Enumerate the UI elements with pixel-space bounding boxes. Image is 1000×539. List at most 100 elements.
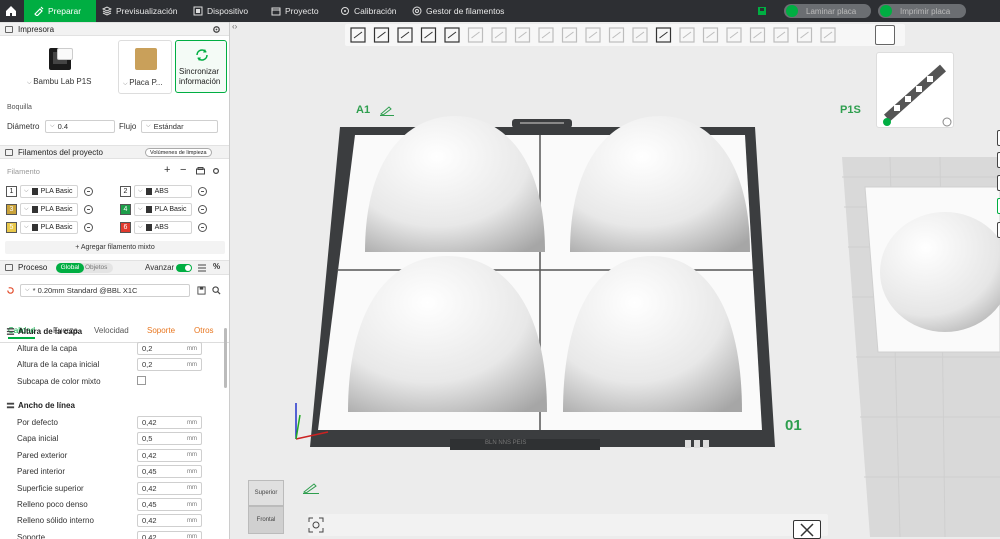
printer-card[interactable]: ⌵ Bambu Lab P1S [3, 40, 115, 94]
rotate-icon[interactable] [491, 27, 507, 43]
plate-card[interactable]: ⌵ Placa P... [118, 40, 172, 94]
setting-input[interactable]: 0,42 mm [137, 416, 202, 429]
add-object-icon[interactable] [350, 27, 366, 43]
setting-input[interactable]: 0,45 mm [137, 498, 202, 511]
text-icon[interactable] [655, 27, 672, 43]
advanced-switch[interactable] [176, 264, 192, 272]
print-plate-button[interactable]: Imprimir placa [878, 4, 966, 18]
fit-view-icon[interactable] [308, 517, 324, 533]
seam-paint-icon[interactable] [632, 27, 648, 43]
tab-calibration[interactable]: Calibración [340, 0, 397, 22]
remove-filament-icon[interactable] [198, 187, 207, 196]
secondary-plate[interactable] [830, 117, 1000, 537]
filament-item[interactable]: 2 ⌵ ABS [120, 185, 207, 198]
split-parts-icon[interactable] [773, 27, 789, 43]
view-cube[interactable]: Superior Frontal [248, 480, 286, 538]
setting-input[interactable]: 0,42 mm [137, 481, 202, 495]
printer-sync-icon[interactable] [196, 167, 205, 175]
dome-object-3[interactable] [345, 254, 550, 414]
dome-object-1[interactable] [360, 114, 550, 254]
tab-prepare[interactable]: Preparar [24, 0, 96, 22]
filament-item[interactable]: 3 ⌵ PLA Basic [6, 203, 93, 216]
remove-filament-icon[interactable] [84, 223, 93, 232]
arrange-icon[interactable] [420, 27, 437, 43]
remove-filament-icon[interactable] [84, 205, 93, 214]
tab-device[interactable]: Dispositivo [193, 0, 248, 22]
gear-icon[interactable] [212, 167, 220, 175]
tab-support[interactable]: Soporte [147, 326, 175, 335]
gear-icon[interactable] [212, 25, 221, 34]
measure-icon[interactable] [679, 27, 695, 43]
support-paint-icon[interactable] [608, 27, 625, 43]
filament-select[interactable]: ⌵ PLA Basic [20, 203, 78, 216]
feature-icon[interactable] [820, 27, 836, 43]
variable-layer-icon[interactable] [726, 27, 742, 43]
collapse-sidebar-icon[interactable]: ‹› [232, 22, 242, 32]
filament-select[interactable]: ⌵ PLA Basic [20, 185, 78, 198]
remove-filament-icon[interactable] [84, 187, 93, 196]
grid-plate-icon[interactable] [373, 27, 390, 43]
setting-input[interactable]: 0,2 mm [137, 358, 202, 371]
split-icon[interactable] [444, 27, 460, 43]
setting-input[interactable]: 0,45 mm [137, 465, 202, 479]
global-toggle[interactable]: Global Objetos [56, 263, 113, 273]
process-preset-select[interactable]: ⌵ * 0.20mm Standard @BBL X1C [20, 284, 190, 297]
edit-view-icon[interactable] [302, 482, 320, 494]
add-filament-icon[interactable]: + [164, 164, 170, 176]
filament-item[interactable]: 5 ⌵ PLA Basic [6, 221, 93, 234]
edit-printer-icon[interactable] [57, 48, 73, 60]
viewport-canvas[interactable]: ‹› P1S A1 01 BLN NNS PEIS Superior Front… [230, 22, 1000, 539]
flow-select[interactable]: ⌵ Estándar [141, 120, 218, 133]
filament-select[interactable]: ⌵ ABS [134, 185, 192, 198]
home-icon[interactable] [4, 0, 18, 22]
remove-filament-icon[interactable] [198, 223, 207, 232]
cut-icon[interactable] [561, 27, 578, 43]
move-icon[interactable] [467, 27, 484, 43]
tab-speed[interactable]: Velocidad [94, 326, 129, 335]
view-cube-front[interactable]: Frontal [248, 506, 284, 534]
edit-plate-name-icon[interactable] [379, 106, 395, 116]
objects-option[interactable]: Objetos [85, 263, 107, 273]
scale-icon[interactable] [514, 27, 531, 43]
list-icon[interactable] [198, 264, 206, 272]
tab-filament-manager[interactable]: Gestor de filamentos [412, 0, 504, 22]
add-mixed-filament-button[interactable]: + Agregar filamento mixto [5, 241, 225, 254]
filament-item[interactable]: 6 ⌵ ABS [120, 221, 207, 234]
percent-icon[interactable]: % [213, 262, 220, 271]
dome-object-2[interactable] [565, 114, 755, 254]
sidebar-scrollbar[interactable] [224, 328, 227, 388]
global-option[interactable]: Global [56, 263, 84, 273]
save-icon[interactable] [757, 0, 767, 22]
boolean-icon[interactable] [585, 27, 601, 43]
setting-input[interactable]: 0,2 mm [137, 342, 202, 355]
setting-input[interactable]: 0,42 mm [137, 514, 202, 528]
save-preset-icon[interactable] [197, 286, 206, 295]
plate-settings-icon[interactable] [694, 440, 700, 448]
search-icon[interactable] [212, 286, 221, 295]
toolbar-end-button[interactable] [875, 25, 895, 45]
remove-filament-icon[interactable] [198, 205, 207, 214]
filament-select[interactable]: ⌵ ABS [134, 221, 192, 234]
lay-on-face-icon[interactable] [538, 27, 554, 43]
sync-button[interactable]: Sincronizar información [175, 40, 227, 93]
tab-preview[interactable]: Previsualización [102, 0, 177, 22]
plate-thumbnail[interactable] [876, 52, 954, 128]
view-cube-top[interactable]: Superior [248, 480, 284, 506]
diameter-select[interactable]: ⌵ 0.4 [45, 120, 115, 133]
filament-item[interactable]: 4 ⌵ PLA Basic [120, 203, 207, 216]
tab-others[interactable]: Otros [194, 326, 214, 335]
split-objects-icon[interactable] [749, 27, 766, 43]
purge-volumes-button[interactable]: Volúmenes de limpieza [145, 148, 212, 157]
lock-plate-icon[interactable] [703, 440, 709, 448]
reset-icon[interactable] [6, 286, 15, 295]
assembly-icon[interactable] [702, 27, 719, 43]
close-panel-icon[interactable] [793, 520, 821, 539]
setting-input[interactable]: 0,42 mm [137, 448, 202, 462]
color-paint-icon[interactable] [796, 27, 813, 43]
filament-select[interactable]: ⌵ PLA Basic [134, 203, 192, 216]
tab-project[interactable]: Proyecto [271, 0, 319, 22]
setting-input[interactable]: 0,5 mm [137, 432, 202, 446]
auto-orient-icon[interactable] [397, 27, 413, 43]
trash-icon[interactable] [685, 440, 691, 448]
dome-object-4[interactable] [560, 254, 745, 414]
